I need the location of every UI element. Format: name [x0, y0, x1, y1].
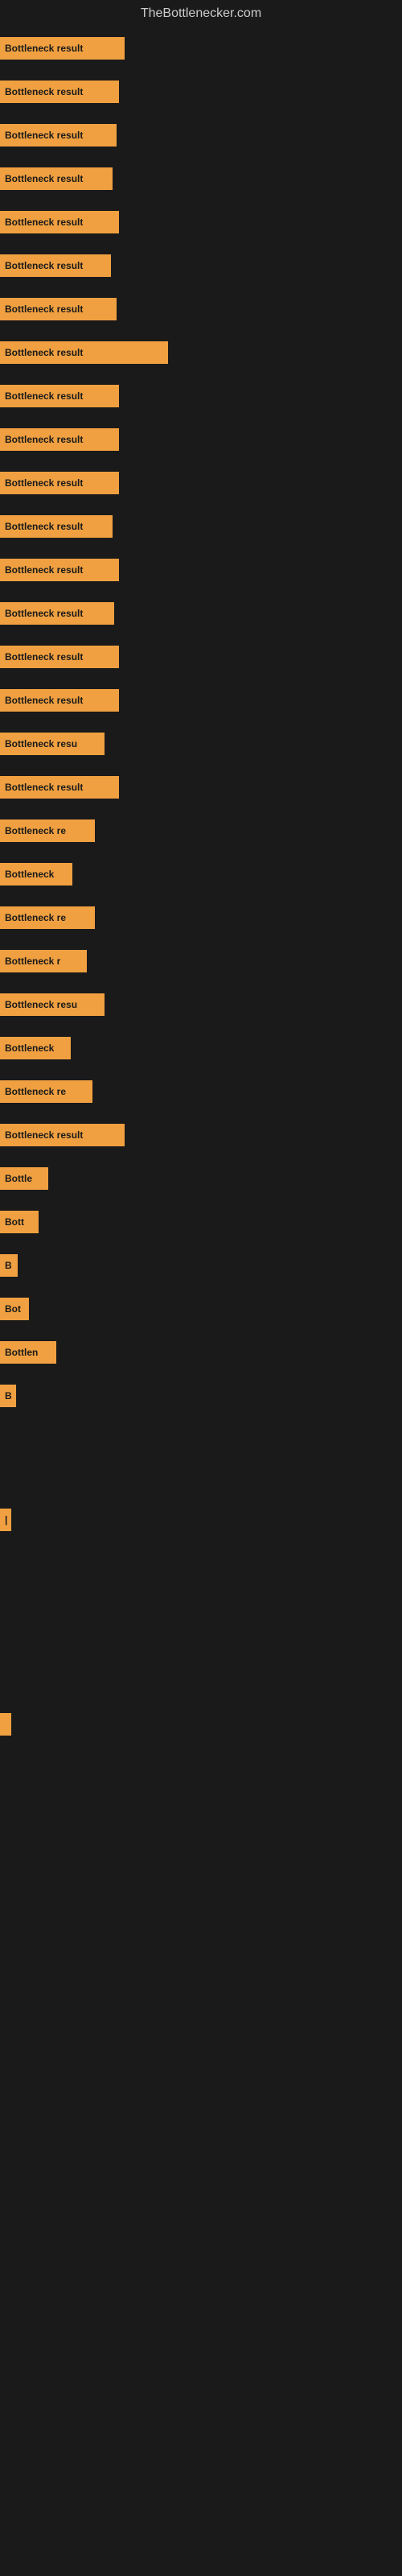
bottleneck-bar: Bottleneck result: [0, 1124, 125, 1146]
bottleneck-bar: Bottle: [0, 1167, 48, 1190]
bar-spacer: [0, 1426, 402, 1467]
bar-row: Bottleneck result: [0, 1122, 402, 1148]
bar-spacer: [0, 1550, 402, 1591]
bottleneck-bar: Bottleneck result: [0, 124, 117, 147]
bar-spacer: [0, 1631, 402, 1671]
bottleneck-bar: [0, 1713, 11, 1736]
bottleneck-bar: Bottleneck result: [0, 167, 113, 190]
bottleneck-bar: Bottleneck result: [0, 559, 119, 581]
bottleneck-bar: Bottleneck result: [0, 341, 168, 364]
bar-row: Bottleneck result: [0, 253, 402, 279]
bar-row: Bottleneck result: [0, 122, 402, 148]
bar-row: Bot: [0, 1296, 402, 1322]
bottleneck-bar: |: [0, 1509, 11, 1531]
bar-row: Bottleneck re: [0, 905, 402, 931]
bottleneck-bar: Bottleneck result: [0, 472, 119, 494]
bar-row: Bottleneck re: [0, 1079, 402, 1104]
bar-row: B: [0, 1383, 402, 1409]
bars-container: Bottleneck result Bottleneck result Bottle…: [0, 27, 402, 1763]
bottleneck-bar: Bottleneck result: [0, 254, 111, 277]
bottleneck-bar: Bott: [0, 1211, 39, 1233]
bar-row: Bottleneck re: [0, 818, 402, 844]
bottleneck-bar: Bottleneck: [0, 863, 72, 886]
bar-row: Bottleneck result: [0, 209, 402, 235]
bottleneck-bar: B: [0, 1385, 16, 1407]
bottleneck-bar: Bottleneck result: [0, 298, 117, 320]
bottleneck-bar: Bottleneck result: [0, 646, 119, 668]
bar-row: Bottleneck result: [0, 340, 402, 365]
bar-row: Bottleneck result: [0, 644, 402, 670]
bottleneck-bar: Bottleneck result: [0, 80, 119, 103]
bottleneck-bar: Bottleneck result: [0, 602, 114, 625]
bar-row: Bottleneck result: [0, 687, 402, 713]
bar-row: Bottleneck result: [0, 514, 402, 539]
bottleneck-bar: Bottleneck re: [0, 819, 95, 842]
bottleneck-bar: Bot: [0, 1298, 29, 1320]
bottleneck-bar: Bottleneck: [0, 1037, 71, 1059]
bottleneck-bar: B: [0, 1254, 18, 1277]
site-title: TheBottlenecker.com: [0, 0, 402, 27]
bar-row: Bottleneck result: [0, 601, 402, 626]
bar-row: Bottleneck result: [0, 470, 402, 496]
bar-row: Bottleneck result: [0, 774, 402, 800]
bottleneck-bar: Bottleneck re: [0, 1080, 92, 1103]
bar-row: Bott: [0, 1209, 402, 1235]
bar-row: Bottleneck resu: [0, 992, 402, 1018]
bar-row: Bottleneck result: [0, 557, 402, 583]
bar-row: Bottlen: [0, 1340, 402, 1365]
bar-row: Bottleneck: [0, 861, 402, 887]
bottleneck-bar: Bottleneck result: [0, 515, 113, 538]
bottleneck-bar: Bottleneck resu: [0, 993, 105, 1016]
bottleneck-bar: Bottleneck result: [0, 37, 125, 60]
bar-row: |: [0, 1507, 402, 1533]
bottleneck-bar: Bottleneck result: [0, 211, 119, 233]
bottleneck-bar: Bottleneck resu: [0, 733, 105, 755]
bar-row: [0, 1711, 402, 1737]
bar-row: Bottleneck resu: [0, 731, 402, 757]
bar-spacer: [0, 1591, 402, 1631]
bottleneck-bar: Bottleneck result: [0, 776, 119, 799]
bar-row: Bottle: [0, 1166, 402, 1191]
bar-row: Bottleneck result: [0, 383, 402, 409]
bottleneck-bar: Bottleneck r: [0, 950, 87, 972]
bar-row: Bottleneck result: [0, 79, 402, 105]
bottleneck-bar: Bottleneck result: [0, 428, 119, 451]
bar-row: Bottleneck result: [0, 166, 402, 192]
bottleneck-bar: Bottleneck result: [0, 689, 119, 712]
bar-row: Bottleneck result: [0, 35, 402, 61]
bar-row: Bottleneck result: [0, 296, 402, 322]
bar-row: B: [0, 1253, 402, 1278]
bottleneck-bar: Bottleneck result: [0, 385, 119, 407]
bar-row: Bottleneck: [0, 1035, 402, 1061]
bar-row: Bottleneck result: [0, 427, 402, 452]
bottleneck-bar: Bottleneck re: [0, 906, 95, 929]
bar-row: Bottleneck r: [0, 948, 402, 974]
bar-spacer: [0, 1467, 402, 1507]
bar-spacer: [0, 1671, 402, 1711]
bottleneck-bar: Bottlen: [0, 1341, 56, 1364]
